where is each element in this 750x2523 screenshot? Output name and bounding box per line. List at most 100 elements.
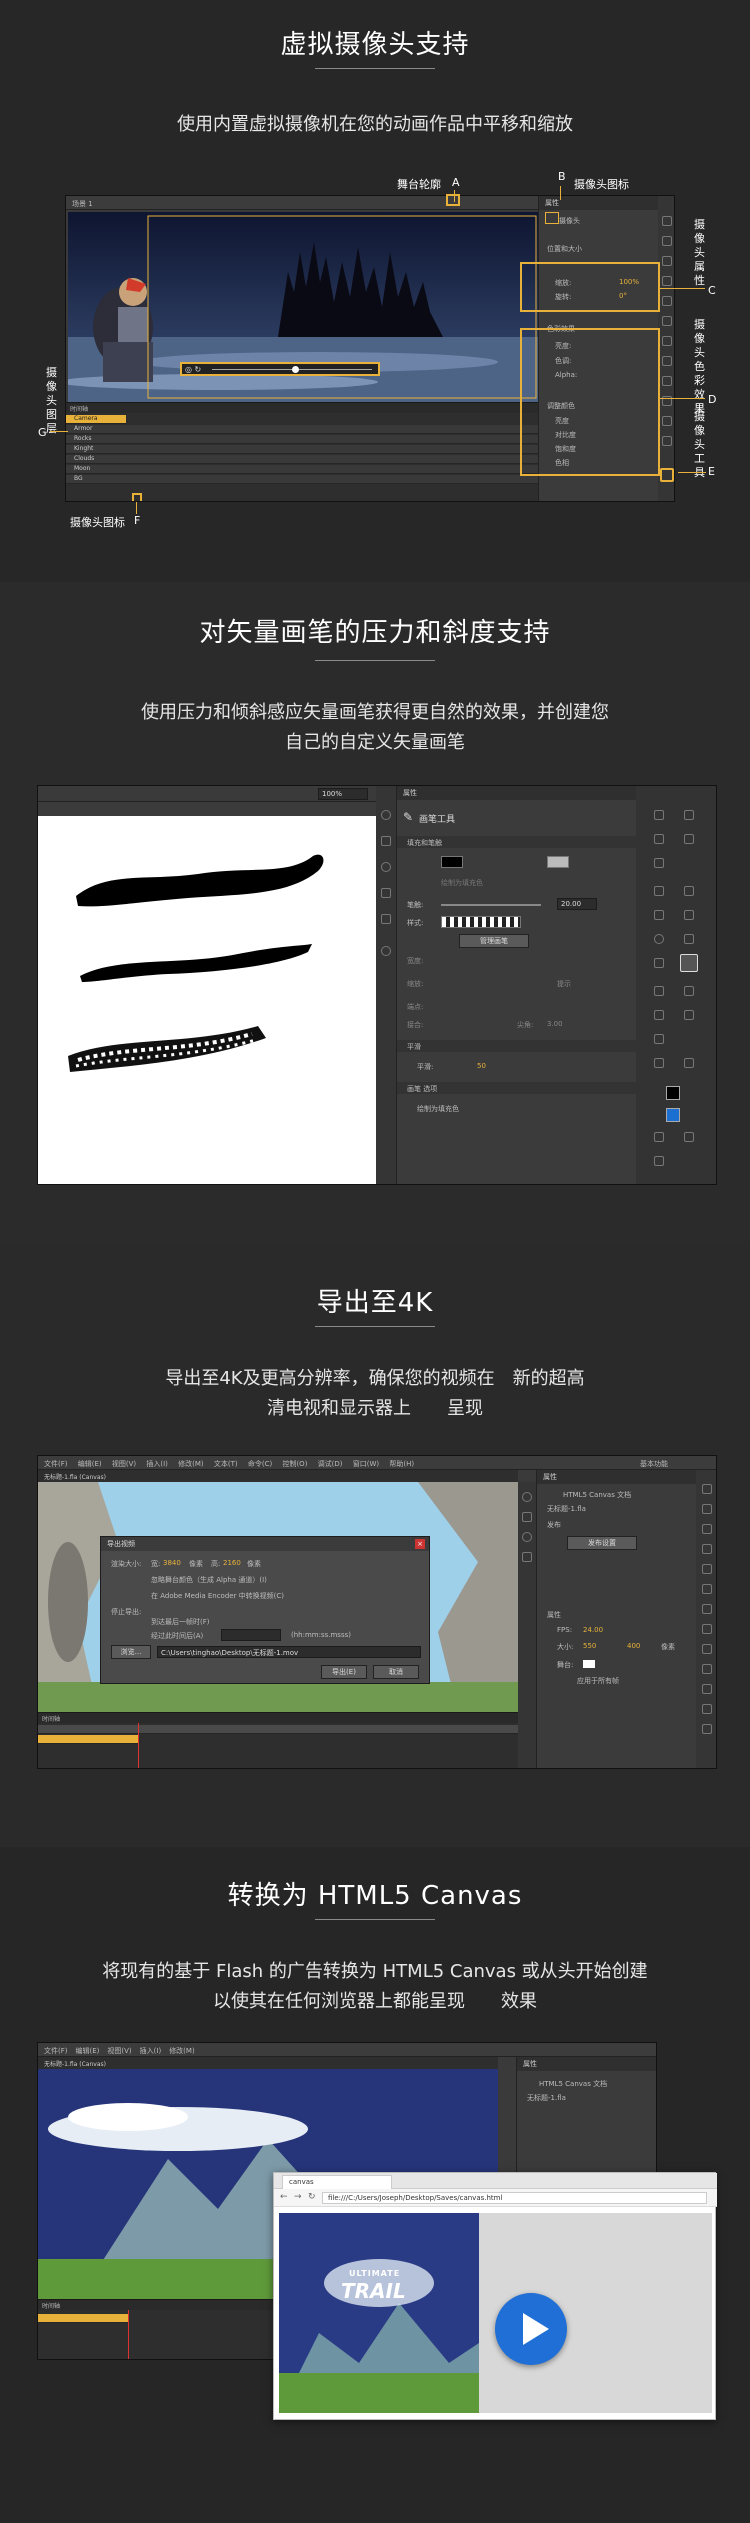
3d-tool[interactable] — [684, 834, 694, 844]
pencil-tool[interactable] — [654, 958, 664, 968]
eraser-tool[interactable] — [654, 1034, 664, 1044]
layer-row[interactable] — [38, 1735, 138, 1744]
hand-tool[interactable] — [684, 1058, 694, 1068]
eraser-tool[interactable] — [662, 416, 672, 426]
text-tool[interactable] — [702, 1584, 712, 1594]
rect-tool[interactable] — [684, 910, 694, 920]
stroke-slider[interactable] — [441, 904, 541, 906]
subselect-tool[interactable] — [702, 1504, 712, 1514]
layer-row[interactable]: Rocks — [66, 435, 538, 444]
publish-header[interactable]: 发布 — [547, 1520, 561, 1530]
camera-tool[interactable] — [660, 468, 674, 482]
refresh-icon[interactable]: ↻ — [308, 2192, 316, 2202]
lasso-tool[interactable] — [654, 858, 664, 868]
time-input[interactable] — [221, 1629, 281, 1641]
text-tool[interactable] — [684, 886, 694, 896]
stroke-value-input[interactable]: 20.00 — [557, 898, 597, 910]
properties-header[interactable]: 属性 — [547, 1610, 561, 1620]
height-value[interactable]: 2160 — [223, 1559, 241, 1567]
browse-button[interactable]: 浏览... — [111, 1645, 151, 1659]
zoom-select[interactable]: 100% — [318, 788, 368, 800]
eyedropper-tool[interactable] — [684, 1010, 694, 1020]
menu-modify[interactable]: 修改(M) — [178, 1460, 204, 1468]
pen-tool[interactable] — [662, 296, 672, 306]
menu-text[interactable]: 文本(T) — [214, 1460, 238, 1468]
text-tool[interactable] — [662, 316, 672, 326]
swatch-icon[interactable] — [381, 946, 391, 956]
stage-color-swatch[interactable] — [583, 1660, 595, 1668]
line-tool[interactable] — [662, 336, 672, 346]
lasso-tool[interactable] — [662, 276, 672, 286]
cancel-button[interactable]: 取消 — [373, 1665, 419, 1679]
transform-tool[interactable] — [654, 834, 664, 844]
stroke-color[interactable] — [666, 1086, 680, 1100]
smooth-tool[interactable] — [684, 1132, 694, 1142]
scene-tab[interactable]: 场景 1 — [72, 200, 93, 208]
zoom-tool[interactable] — [702, 1724, 712, 1734]
layer-row[interactable]: Moon — [66, 465, 538, 474]
camera-tool[interactable] — [654, 1058, 664, 1068]
camera-icon[interactable]: ◎ ↻ — [185, 365, 201, 374]
bone-tool[interactable] — [654, 986, 664, 996]
align-icon[interactable] — [381, 888, 391, 898]
hand-tool[interactable] — [662, 436, 672, 446]
stop-after-time-radio[interactable]: 经过此时间后(A) — [151, 1631, 203, 1641]
address-bar[interactable]: file:///C:/Users/Joseph/Desktop/Saves/ca… — [322, 2192, 707, 2204]
file-tab[interactable]: 无标题-1.fla (Canvas) — [38, 1470, 518, 1482]
layer-row[interactable]: Clouds — [66, 455, 538, 464]
paint-tool[interactable] — [702, 1664, 712, 1674]
size-height[interactable]: 400 — [627, 1642, 640, 1650]
play-button[interactable] — [495, 2293, 567, 2365]
brush-tool[interactable] — [662, 376, 672, 386]
output-path-input[interactable]: C:\Users\tinghao\Desktop\无标题-1.mov — [157, 1646, 421, 1658]
snap-tool[interactable] — [654, 1132, 664, 1142]
transform-tool[interactable] — [702, 1524, 712, 1534]
menu-control[interactable]: 控制(O) — [282, 1460, 307, 1468]
transform-tool[interactable] — [662, 256, 672, 266]
oval-tool[interactable] — [654, 934, 664, 944]
add-camera-button[interactable] — [132, 493, 142, 501]
menu-window[interactable]: 窗口(W) — [353, 1460, 379, 1468]
pen-tool[interactable] — [654, 886, 664, 896]
fill-stroke-header[interactable]: 填充和笔触 — [407, 838, 442, 848]
media-encoder-checkbox[interactable]: 在 Adobe Media Encoder 中转换视频(C) — [151, 1591, 284, 1601]
camera-zoom-slider[interactable]: ◎ ↻ — [180, 362, 380, 376]
camera-layer[interactable]: Camera — [66, 415, 126, 424]
library-icon[interactable] — [381, 836, 391, 846]
line-tool[interactable] — [654, 910, 664, 920]
eraser-tool[interactable] — [702, 1684, 712, 1694]
publish-settings-button[interactable]: 发布设置 — [567, 1536, 637, 1550]
rect-tool[interactable] — [702, 1624, 712, 1634]
menu-view[interactable]: 视图(V) — [112, 1460, 136, 1468]
info-icon[interactable] — [381, 862, 391, 872]
library-icon[interactable] — [522, 1512, 532, 1522]
menu-commands[interactable]: 命令(C) — [248, 1460, 272, 1468]
polystar-tool[interactable] — [684, 934, 694, 944]
stroke-color-swatch[interactable] — [441, 856, 463, 868]
export-button[interactable]: 导出(E) — [321, 1665, 367, 1679]
drawing-canvas[interactable] — [38, 816, 376, 1184]
layer-row[interactable]: Kinght — [66, 445, 538, 454]
menu-insert[interactable]: 插入(I) — [146, 1460, 168, 1468]
file-tab[interactable]: 无标题-1.fla (Canvas) — [38, 2057, 498, 2069]
select-tool[interactable] — [702, 1484, 712, 1494]
select-tool[interactable] — [654, 810, 664, 820]
size-width[interactable]: 550 — [583, 1642, 596, 1650]
ignore-stage-checkbox[interactable]: 忽略舞台颜色（生成 Alpha 通道）(I) — [151, 1575, 267, 1585]
playhead[interactable] — [138, 1723, 139, 1768]
fill-color[interactable] — [666, 1108, 680, 1122]
close-icon[interactable]: × — [415, 1539, 425, 1549]
browser-tab[interactable]: canvas — [282, 2175, 392, 2189]
rect-tool[interactable] — [662, 356, 672, 366]
stroke-style-select[interactable] — [441, 916, 521, 928]
menu-help[interactable]: 帮助(H) — [389, 1460, 414, 1468]
layer-row[interactable]: BG — [66, 475, 538, 484]
back-icon[interactable]: ← — [280, 2192, 288, 2202]
layer-row[interactable]: Armor — [66, 425, 538, 434]
stage[interactable]: ◎ ↻ — [66, 212, 538, 402]
properties-tab[interactable]: 属性 — [397, 786, 636, 800]
menu-edit[interactable]: 编辑(E) — [78, 1460, 102, 1468]
object-draw-option[interactable]: 绘制为填充色 — [441, 878, 483, 888]
menu-debug[interactable]: 调试(D) — [318, 1460, 343, 1468]
smooth-value[interactable]: 50 — [477, 1062, 486, 1070]
